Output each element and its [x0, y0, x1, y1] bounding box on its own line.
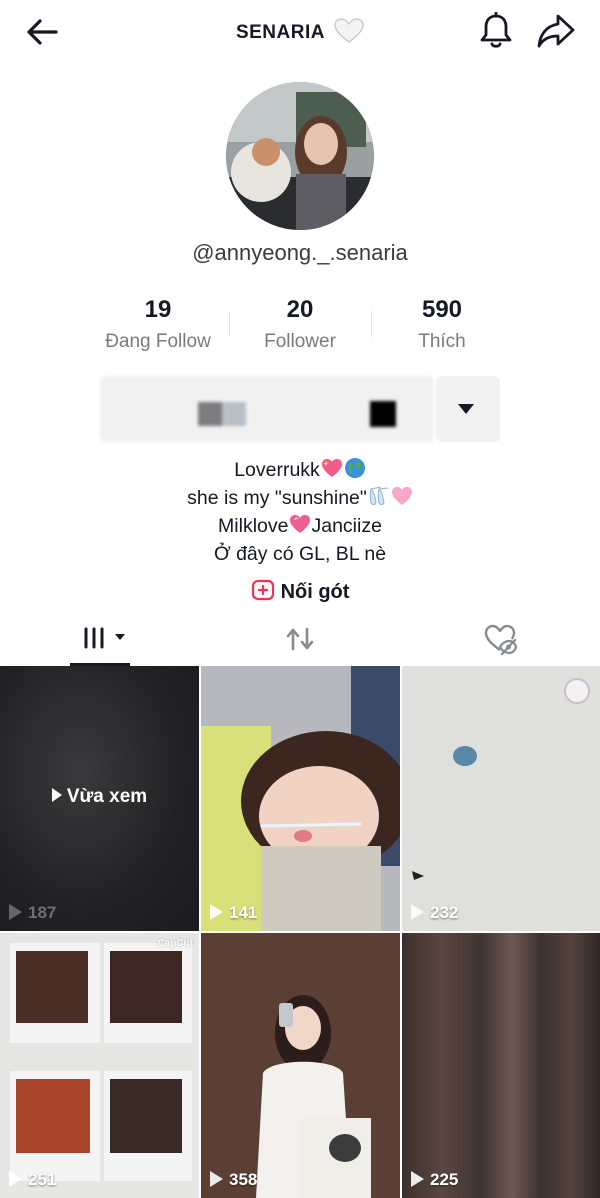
stat-following-count: 19	[144, 296, 172, 323]
view-count: 141	[210, 903, 257, 923]
stat-followers[interactable]: 20 Follower	[230, 293, 370, 353]
view-count: 225	[411, 1170, 458, 1190]
stat-following-label: Đang Follow	[105, 331, 211, 352]
video-thumbnail[interactable]: 358	[201, 933, 400, 1198]
video-thumbnail[interactable]: 141	[201, 666, 400, 931]
caret-down-icon	[458, 404, 474, 414]
bio-line: she is my "sunshine"	[0, 484, 600, 512]
link-plus-icon	[251, 579, 274, 601]
recently-watched-label: Vừa xem	[0, 786, 199, 808]
beating-heart-icon	[290, 515, 311, 533]
profile-stats: 19 Đang Follow 20 Follower 590 Thích	[88, 293, 512, 363]
video-thumbnail[interactable]: Vừa xem 187	[0, 666, 199, 931]
play-icon	[51, 788, 62, 802]
videos-grid-icon	[84, 627, 125, 649]
profile-tabs	[0, 612, 600, 666]
stat-followers-label: Follower	[264, 331, 336, 352]
obscured-block	[222, 402, 246, 426]
play-icon	[210, 904, 223, 920]
thumbnail-image	[201, 666, 400, 931]
video-thumbnail[interactable]: CapCut 251	[0, 933, 199, 1198]
avatar[interactable]	[226, 82, 374, 230]
tab-liked[interactable]	[400, 612, 600, 666]
more-actions-button[interactable]	[436, 376, 500, 442]
repost-icon	[286, 627, 314, 651]
stat-following[interactable]: 19 Đang Follow	[88, 293, 228, 353]
bio-line: Milklove Janciize	[218, 515, 382, 537]
play-icon	[411, 904, 424, 920]
obscured-block	[198, 402, 222, 426]
share-arrow-icon[interactable]	[536, 12, 576, 50]
profile-photo	[226, 82, 374, 230]
thumbnail-image	[0, 933, 199, 1198]
stat-followers-count: 20	[286, 296, 314, 323]
obscured-action-button[interactable]	[100, 376, 434, 442]
play-icon	[210, 1171, 223, 1187]
capcut-watermark: CapCut	[157, 938, 193, 949]
profile-link-label: Nối gót	[280, 581, 350, 603]
bio-line: Loverrukk	[0, 456, 600, 484]
thumbnail-image	[201, 933, 400, 1198]
view-count: 187	[9, 903, 56, 923]
view-count: 358	[210, 1170, 257, 1190]
bell-icon[interactable]	[478, 12, 514, 50]
obscured-block	[370, 401, 396, 427]
stat-likes[interactable]: 590 Thích	[372, 293, 512, 353]
top-bar: SENARIA	[0, 0, 600, 62]
view-count: 232	[411, 903, 458, 923]
video-grid: Vừa xem 187 141 232 CapCut 251 358 225	[0, 666, 600, 1198]
bio: Loverrukk she is my "sunshine" Milklove J…	[0, 456, 600, 568]
stat-likes-label: Thích	[418, 331, 466, 352]
username: @annyeong._.senaria	[192, 240, 408, 265]
white-heart-icon	[334, 18, 364, 43]
pink-heart-icon	[391, 487, 412, 505]
stat-likes-count: 590	[421, 296, 463, 323]
tab-videos[interactable]	[0, 612, 200, 666]
profile-title-text: SENARIA	[235, 22, 325, 43]
profile-actions	[100, 376, 500, 442]
ballet-shoes-icon	[369, 486, 388, 505]
profile-link[interactable]: Nối gót	[0, 578, 600, 604]
play-icon	[9, 1171, 22, 1187]
view-count: 251	[9, 1170, 56, 1190]
play-icon	[411, 1171, 424, 1187]
play-icon	[9, 904, 22, 920]
sparkling-heart-icon	[321, 459, 342, 477]
video-thumbnail[interactable]: 232	[402, 666, 600, 931]
globe-icon	[344, 458, 365, 478]
bio-line: Ở đây có GL, BL nè	[213, 543, 387, 565]
tab-reposts[interactable]	[200, 612, 400, 666]
video-thumbnail[interactable]: 225	[402, 933, 600, 1198]
thumbnail-image	[402, 666, 600, 931]
hidden-liked-icon	[484, 624, 517, 656]
